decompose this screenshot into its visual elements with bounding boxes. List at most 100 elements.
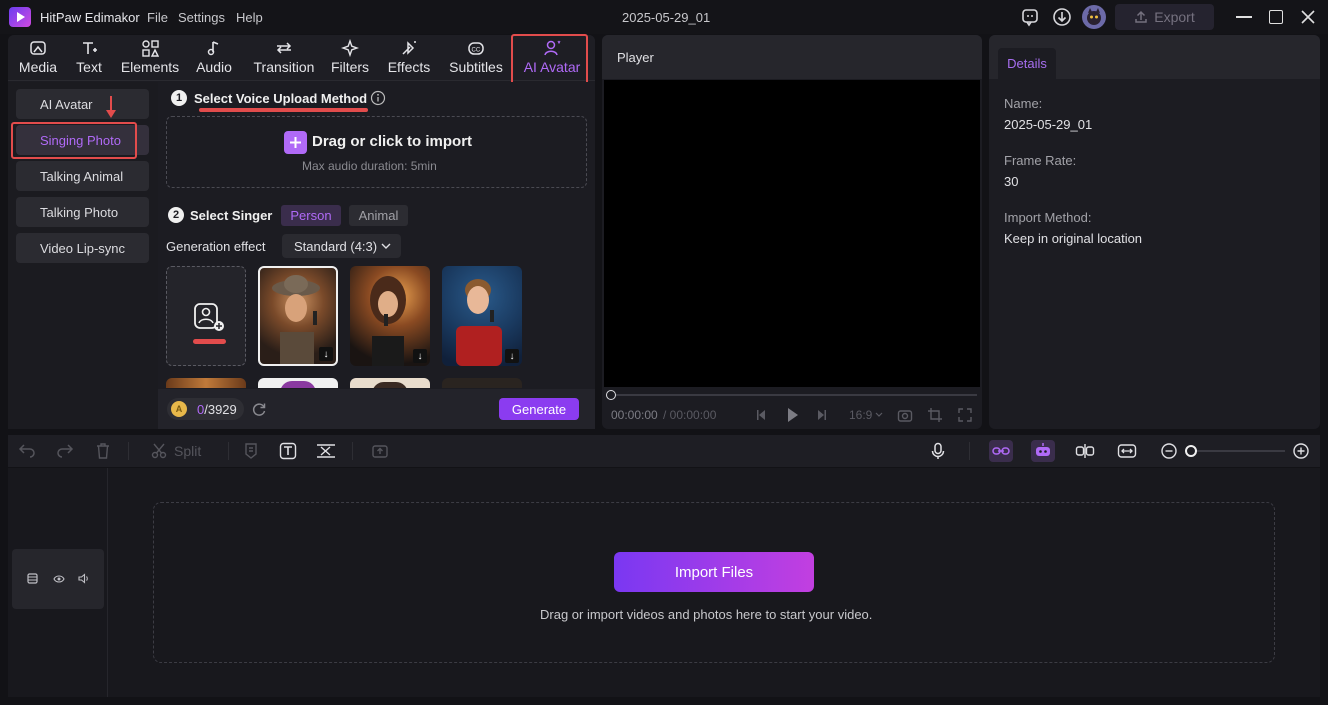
- aspect-ratio-select[interactable]: 16:9: [849, 408, 883, 422]
- split-track-icon[interactable]: [1075, 442, 1095, 460]
- singer-animal-option[interactable]: Animal: [349, 205, 408, 226]
- refresh-icon[interactable]: [251, 401, 267, 417]
- zoom-slider-handle[interactable]: [1185, 445, 1197, 457]
- step-number: 2: [168, 207, 184, 223]
- import-files-button[interactable]: Import Files: [614, 552, 814, 592]
- tab-details[interactable]: Details: [998, 48, 1056, 79]
- step2-title: Select Singer: [190, 208, 273, 223]
- effects-icon: [402, 41, 416, 55]
- redo-icon[interactable]: [56, 442, 74, 460]
- undo-icon[interactable]: [18, 442, 36, 460]
- zoom-in-icon[interactable]: [1292, 442, 1310, 460]
- download-icon[interactable]: ↓: [319, 347, 333, 361]
- timeline-drop-hint: Drag or import videos and photos here to…: [540, 607, 873, 622]
- tab-label: Media: [18, 59, 58, 75]
- name-label: Name:: [1004, 96, 1043, 111]
- menu-settings[interactable]: Settings: [178, 10, 225, 25]
- snapshot-icon[interactable]: [897, 407, 913, 423]
- info-icon[interactable]: [370, 90, 386, 106]
- download-icon[interactable]: [1052, 7, 1072, 27]
- singer-thumb-boy-red[interactable]: ↓: [442, 266, 522, 366]
- cut-silence-icon[interactable]: [316, 442, 335, 460]
- subnav-ai-avatar[interactable]: AI Avatar: [16, 89, 149, 119]
- link-toggle[interactable]: [989, 440, 1013, 462]
- playback-progress[interactable]: [611, 394, 977, 396]
- subnav-talking-photo[interactable]: Talking Photo: [16, 197, 149, 227]
- tab-media[interactable]: Media: [18, 39, 58, 79]
- prev-frame-icon[interactable]: [756, 408, 768, 422]
- download-icon[interactable]: ↓: [413, 349, 427, 363]
- add-person-icon: [194, 303, 224, 331]
- singer-thumb-boy-hat[interactable]: ↓: [258, 266, 338, 366]
- tab-effects[interactable]: Effects: [386, 39, 432, 79]
- playhead-handle[interactable]: [606, 390, 616, 400]
- singer-thumb[interactable]: [166, 378, 246, 388]
- volume-icon[interactable]: [78, 573, 90, 584]
- feedback-icon[interactable]: [1020, 7, 1040, 27]
- menu-file[interactable]: File: [147, 10, 168, 25]
- tab-subtitles[interactable]: CC Subtitles: [448, 39, 504, 79]
- delete-icon[interactable]: [94, 442, 112, 460]
- svg-text:CC: CC: [472, 48, 481, 54]
- maximize-icon[interactable]: [1269, 10, 1283, 24]
- credits-total: /3929: [204, 401, 237, 417]
- crop-icon[interactable]: [927, 407, 943, 423]
- fit-timeline-icon[interactable]: [1117, 442, 1137, 460]
- magnet-toggle[interactable]: [1031, 440, 1055, 462]
- play-icon[interactable]: [786, 406, 800, 424]
- export-clip-icon[interactable]: [371, 442, 389, 460]
- marker-icon[interactable]: [242, 442, 260, 460]
- total-time: / 00:00:00: [663, 408, 717, 422]
- export-button[interactable]: Export: [1115, 4, 1214, 30]
- text-to-speech-icon[interactable]: [279, 442, 297, 460]
- download-icon[interactable]: ↓: [505, 349, 519, 363]
- subnav-video-lip-sync[interactable]: Video Lip-sync: [16, 233, 149, 263]
- player-header: [602, 35, 982, 79]
- generation-effect-select[interactable]: Standard (4:3): [282, 234, 401, 258]
- generate-button[interactable]: Generate: [499, 398, 579, 420]
- microphone-icon[interactable]: [929, 442, 947, 460]
- media-icon: [30, 41, 46, 55]
- aspect-ratio-value: 16:9: [849, 408, 873, 422]
- next-frame-icon[interactable]: [815, 408, 827, 422]
- tab-label: Effects: [387, 59, 431, 75]
- export-label: Export: [1154, 9, 1195, 25]
- minimize-icon[interactable]: [1236, 16, 1252, 18]
- upload-photo-button[interactable]: [166, 266, 246, 366]
- singer-thumb[interactable]: [258, 378, 338, 388]
- zoom-slider[interactable]: [1190, 450, 1285, 452]
- tab-label: Text: [76, 59, 102, 75]
- singer-thumb[interactable]: [350, 378, 430, 388]
- subnav-talking-animal[interactable]: Talking Animal: [16, 161, 149, 191]
- tab-label: Transition: [253, 59, 315, 75]
- drop-label: Drag or click to import: [312, 133, 473, 150]
- step-number: 1: [171, 90, 187, 106]
- plus-icon: [284, 131, 307, 154]
- singer-thumb-woman[interactable]: ↓: [350, 266, 430, 366]
- audio-drop-zone[interactable]: [166, 116, 587, 188]
- eye-icon[interactable]: [53, 574, 65, 584]
- zoom-out-icon[interactable]: [1160, 442, 1178, 460]
- elements-icon: [142, 40, 159, 57]
- tab-audio[interactable]: Audio: [194, 39, 234, 79]
- frame-rate-value: 30: [1004, 174, 1019, 189]
- tab-label: Subtitles: [449, 59, 503, 75]
- tab-transition[interactable]: Transition: [251, 39, 317, 79]
- transition-icon: [276, 42, 292, 54]
- credits-badge: A 0/3929: [167, 398, 244, 420]
- video-preview[interactable]: [604, 80, 980, 387]
- singer-person-option[interactable]: Person: [281, 205, 341, 226]
- avatar[interactable]: [1082, 5, 1106, 29]
- split-button[interactable]: Split: [150, 442, 201, 460]
- close-icon[interactable]: [1300, 9, 1316, 25]
- tab-text[interactable]: Text: [72, 39, 106, 79]
- menu-help[interactable]: Help: [236, 10, 263, 25]
- app-logo-icon: [9, 7, 31, 27]
- fullscreen-icon[interactable]: [957, 407, 973, 423]
- track-video-icon[interactable]: [27, 573, 38, 584]
- tab-elements[interactable]: Elements: [120, 39, 180, 79]
- feature-tabs: Media Text Elements Audio Transition Fil…: [8, 35, 595, 81]
- subnav-label: Talking Animal: [40, 168, 124, 184]
- singer-thumb[interactable]: [442, 378, 522, 388]
- tab-filters[interactable]: Filters: [330, 39, 370, 79]
